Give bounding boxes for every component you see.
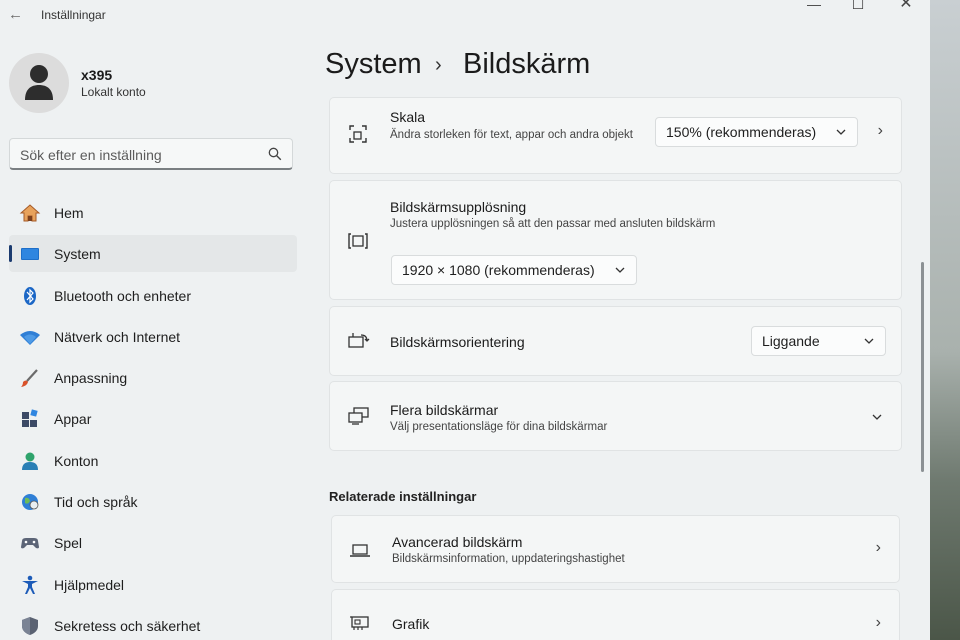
breadcrumb-parent[interactable]: System (325, 48, 422, 81)
resolution-title: Bildskärmsupplösning (390, 199, 527, 215)
sidebar-item-label: Tid och språk (54, 494, 138, 511)
multiple-displays-icon (348, 407, 369, 425)
orientation-dropdown[interactable]: Liggande (751, 326, 886, 356)
sidebar-item-accessibility[interactable]: Hjälpmedel (9, 566, 297, 603)
back-arrow-icon[interactable]: ← (8, 5, 24, 25)
gamepad-icon (21, 538, 39, 549)
minimize-button[interactable]: — (803, 0, 825, 14)
resolution-description: Justera upplösningen så att den passar m… (390, 218, 716, 230)
advanced-display-description: Bildskärmsinformation, uppdateringshasti… (392, 553, 625, 565)
brush-icon (21, 369, 38, 388)
maximize-button[interactable]: ☐ (847, 0, 869, 14)
accessibility-icon (22, 575, 38, 594)
orientation-icon (348, 333, 370, 348)
scale-dropdown[interactable]: 150% (rekommenderas) (655, 117, 858, 147)
advanced-display-title: Avancerad bildskärm (392, 534, 523, 550)
graphics-title: Grafik (392, 616, 430, 632)
user-icon (25, 65, 53, 100)
scale-icon (349, 125, 367, 143)
bluetooth-icon (24, 286, 36, 305)
search-input[interactable] (18, 143, 262, 167)
chevron-right-icon: › (875, 539, 881, 556)
resolution-card: Bildskärmsupplösning Justera upplösninge… (329, 180, 902, 300)
scrollbar[interactable] (921, 262, 924, 472)
settings-window: ← Inställningar — ☐ ✕ x395 Lokalt konto … (0, 0, 930, 640)
app-title: Inställningar (41, 8, 106, 22)
chevron-down-icon (615, 267, 625, 273)
sidebar-item-system[interactable]: System (9, 235, 297, 273)
scale-card[interactable]: Skala Ändra storleken för text, appar oc… (329, 97, 902, 174)
chevron-down-icon (836, 129, 846, 135)
system-icon (21, 248, 39, 261)
sidebar-item-label: Sekretess och säkerhet (54, 617, 201, 634)
chevron-down-icon[interactable] (871, 411, 883, 423)
multiple-displays-title: Flera bildskärmar (390, 402, 499, 418)
graphics-card-icon (350, 616, 369, 630)
multiple-displays-description: Välj presentationsläge för dina bildskär… (390, 421, 608, 433)
graphics-card[interactable]: Grafik › (331, 589, 900, 640)
apps-icon (22, 409, 38, 428)
scale-description: Ändra storleken för text, appar och andr… (390, 129, 633, 141)
chevron-down-icon (864, 338, 874, 344)
close-button[interactable]: ✕ (895, 0, 917, 14)
search-box[interactable] (9, 138, 293, 170)
orientation-card: Bildskärmsorientering Liggande (329, 306, 902, 376)
avatar[interactable] (9, 53, 69, 113)
sidebar-item-apps[interactable]: Appar (9, 400, 297, 437)
desktop-background (930, 0, 960, 640)
resolution-dropdown[interactable]: 1920 × 1080 (rekommenderas) (391, 255, 637, 285)
globe-icon (22, 494, 39, 511)
laptop-icon (350, 544, 370, 557)
sidebar-item-label: System (54, 246, 101, 263)
sidebar-item-label: Hjälpmedel (54, 576, 125, 593)
sidebar-item-gaming[interactable]: Spel (9, 524, 297, 561)
sidebar-item-accounts[interactable]: Konton (9, 442, 297, 479)
sidebar-item-label: Hem (54, 205, 84, 221)
wifi-icon (20, 330, 40, 345)
sidebar-item-label: Anpassning (54, 370, 128, 387)
sidebar-item-label: Appar (54, 411, 92, 428)
advanced-display-card[interactable]: Avancerad bildskärm Bildskärmsinformatio… (331, 515, 900, 583)
sidebar-item-personalization[interactable]: Anpassning (9, 359, 297, 396)
account-type: Lokalt konto (81, 85, 146, 99)
sidebar-nav: Hem System Bluetooth och enheter Nätverk… (9, 194, 297, 640)
resolution-dropdown-value: 1920 × 1080 (rekommenderas) (402, 262, 595, 278)
page-title: Bildskärm (463, 48, 591, 80)
scale-dropdown-value: 150% (rekommenderas) (666, 124, 817, 140)
sidebar-item-label: Spel (54, 535, 83, 552)
orientation-title: Bildskärmsorientering (390, 334, 525, 350)
sidebar-item-hem[interactable]: Hem (9, 194, 297, 231)
sidebar-item-label: Nätverk och Internet (54, 328, 181, 345)
shield-icon (22, 616, 38, 635)
sidebar-item-label: Bluetooth och enheter (54, 287, 191, 304)
user-name: x395 (81, 67, 113, 83)
search-icon[interactable] (268, 147, 282, 161)
related-settings-heading: Relaterade inställningar (329, 489, 477, 504)
sidebar-item-label: Konton (54, 452, 99, 469)
title-bar: ← Inställningar — ☐ ✕ (0, 0, 930, 32)
scale-title: Skala (390, 109, 426, 125)
sidebar-item-time-language[interactable]: Tid och språk (9, 483, 297, 520)
chevron-right-icon: › (875, 614, 881, 631)
chevron-right-icon[interactable]: › (878, 122, 883, 140)
home-icon (19, 204, 41, 222)
sidebar-item-bluetooth[interactable]: Bluetooth och enheter (9, 277, 297, 314)
account-icon (22, 452, 38, 470)
sidebar-item-privacy[interactable]: Sekretess och säkerhet (9, 607, 297, 640)
sidebar-item-network[interactable]: Nätverk och Internet (9, 318, 297, 355)
orientation-dropdown-value: Liggande (762, 333, 820, 349)
resolution-icon (348, 233, 368, 249)
multiple-displays-card[interactable]: Flera bildskärmar Välj presentationsläge… (329, 381, 902, 451)
breadcrumb-separator: › (435, 54, 442, 76)
